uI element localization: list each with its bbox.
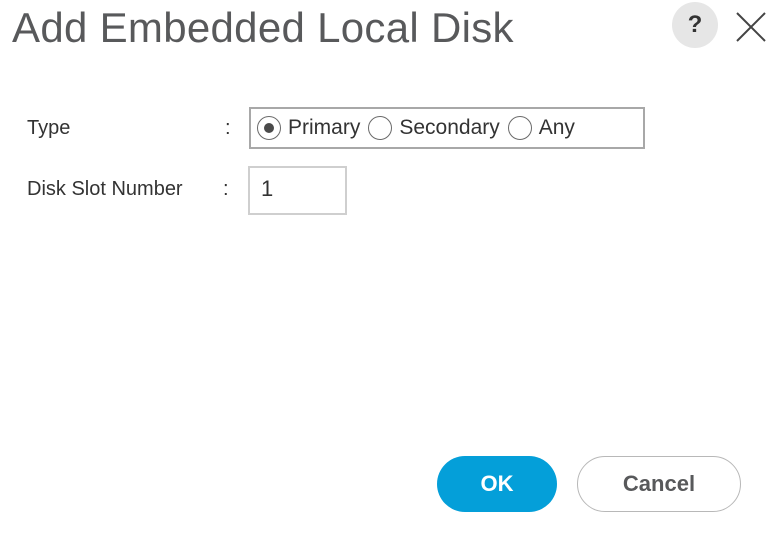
ok-button[interactable]: OK (437, 456, 557, 512)
help-icon: ? (687, 11, 703, 38)
radio-button-secondary[interactable] (368, 116, 393, 140)
disk-slot-number-input[interactable] (248, 166, 347, 215)
radio-label-primary: Primary (288, 116, 361, 139)
radio-option-any[interactable]: Any (507, 116, 575, 140)
radio-button-any[interactable] (507, 116, 532, 140)
cancel-button[interactable]: Cancel (577, 456, 741, 512)
radio-label-any: Any (538, 116, 575, 139)
radio-label-secondary: Secondary (399, 116, 500, 139)
radio-selected-dot (264, 123, 274, 133)
close-button[interactable] (734, 10, 768, 44)
disk-slot-label: Disk Slot Number (27, 178, 183, 200)
disk-slot-colon: : (223, 178, 229, 200)
close-icon (736, 12, 766, 42)
type-label: Type (27, 117, 71, 139)
type-radio-group: Primary Secondary Any (249, 107, 645, 149)
radio-button-primary[interactable] (257, 116, 281, 140)
help-button[interactable]: ? (672, 2, 718, 48)
radio-option-secondary[interactable]: Secondary (368, 116, 500, 140)
radio-option-primary[interactable]: Primary (257, 116, 360, 140)
dialog-title: Add Embedded Local Disk (12, 4, 514, 51)
type-colon: : (225, 117, 231, 139)
